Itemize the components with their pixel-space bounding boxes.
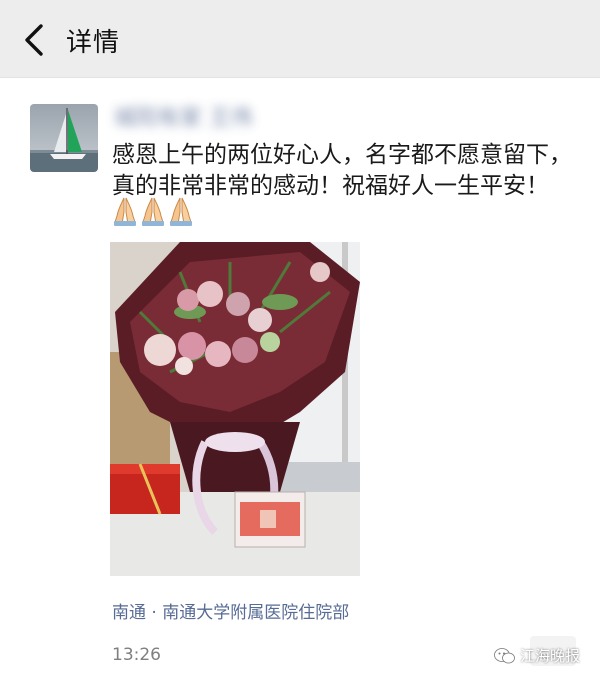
- post-time: 13:26: [112, 645, 161, 665]
- top-bar: 详情: [0, 0, 600, 78]
- page-title: 详情: [66, 28, 121, 58]
- emoji-row: [112, 196, 194, 226]
- avatar[interactable]: [30, 104, 98, 172]
- wechat-logo-icon: [494, 647, 515, 663]
- praying-hands-icon: [170, 197, 192, 226]
- post-text-line-1: 感恩上午的两位好心人，名字都不愿意留下，: [112, 142, 572, 168]
- chevron-left-icon: [25, 24, 43, 56]
- back-button[interactable]: [14, 20, 54, 60]
- post-photo[interactable]: [110, 242, 360, 576]
- post-text: 感恩上午的两位好心人，名字都不愿意留下， 真的非常非常的感动！祝福好人一生平安！: [112, 140, 572, 202]
- location-link[interactable]: 南通 · 南通大学附属医院住院部: [112, 598, 349, 623]
- praying-hands-icon: [114, 197, 136, 226]
- sailboat-avatar-image: [30, 104, 98, 172]
- bouquet-photo-image: [110, 242, 360, 576]
- watermark-text: 江海晚报: [520, 647, 581, 665]
- praying-hands-icon: [142, 197, 164, 226]
- watermark: 江海晚报: [494, 645, 580, 666]
- author-name[interactable]: 城阳有家 王伟: [114, 100, 253, 132]
